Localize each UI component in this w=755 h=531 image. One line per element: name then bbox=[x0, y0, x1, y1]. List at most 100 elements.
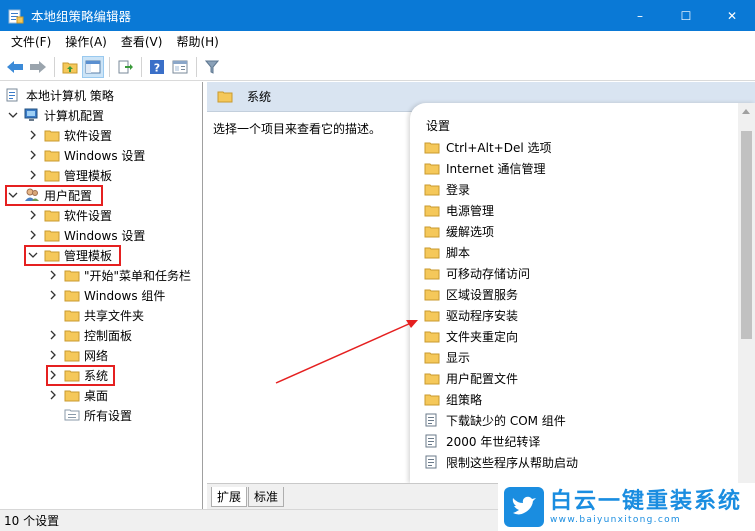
chevron-right-icon[interactable] bbox=[27, 169, 39, 181]
tree-item-admin-templates[interactable]: 管理模板 bbox=[27, 165, 112, 185]
tree-item-software-settings[interactable]: 软件设置 bbox=[27, 125, 112, 145]
brand-watermark: 白云一键重装系统 www.baiyunxitong.com bbox=[498, 483, 755, 531]
list-item-folder[interactable]: 用户配置文件 bbox=[424, 368, 518, 388]
policy-tree: 本地计算机 策略 计算机配置 软件设置 Windows 设置 管理模板 用户配置… bbox=[0, 82, 203, 509]
close-button[interactable]: ✕ bbox=[709, 0, 755, 31]
folder-icon bbox=[424, 182, 440, 196]
folder-icon bbox=[424, 140, 440, 154]
tree-item-root[interactable]: 本地计算机 策略 bbox=[6, 85, 114, 105]
list-item-label: 脚本 bbox=[446, 245, 471, 260]
forward-button[interactable] bbox=[27, 56, 49, 78]
list-item-label: Ctrl+Alt+Del 选项 bbox=[446, 140, 552, 155]
folder-icon bbox=[64, 288, 80, 302]
menu-help[interactable]: 帮助(H) bbox=[169, 31, 225, 54]
tree-item-start-menu[interactable]: "开始"菜单和任务栏 bbox=[47, 265, 191, 285]
list-item-folder[interactable]: 电源管理 bbox=[424, 200, 494, 220]
folder-icon bbox=[424, 161, 440, 175]
chevron-right-icon[interactable] bbox=[27, 229, 39, 241]
list-item-setting[interactable]: 2000 年世纪转译 bbox=[424, 431, 540, 451]
tree-label: 软件设置 bbox=[64, 208, 113, 223]
list-item-folder[interactable]: 组策略 bbox=[424, 389, 482, 409]
help-button[interactable]: ? bbox=[146, 56, 168, 78]
folder-icon bbox=[424, 371, 440, 385]
help-icon: ? bbox=[150, 60, 164, 75]
tree-label: 计算机配置 bbox=[44, 108, 105, 123]
folder-icon bbox=[44, 128, 60, 142]
menu-bar: 文件(F) 操作(A) 查看(V) 帮助(H) bbox=[0, 31, 755, 54]
toolbar-separator bbox=[196, 57, 197, 77]
chevron-right-icon[interactable] bbox=[47, 269, 59, 281]
column-header-setting[interactable]: 设置 bbox=[426, 117, 450, 134]
tree-label: Windows 设置 bbox=[64, 148, 146, 163]
chevron-right-icon[interactable] bbox=[27, 129, 39, 141]
folder-icon bbox=[44, 148, 60, 162]
folder-icon bbox=[424, 329, 440, 343]
list-item-label: 缓解选项 bbox=[446, 224, 495, 239]
tree-item-user-windows-settings[interactable]: Windows 设置 bbox=[27, 225, 145, 245]
chevron-right-icon[interactable] bbox=[47, 389, 59, 401]
description-text: 选择一个项目来查看它的描述。 bbox=[213, 122, 382, 136]
scrollbar-thumb[interactable] bbox=[741, 131, 752, 339]
tree-item-control-panel[interactable]: 控制面板 bbox=[47, 325, 132, 345]
tree-item-windows-components[interactable]: Windows 组件 bbox=[47, 285, 165, 305]
menu-action[interactable]: 操作(A) bbox=[58, 31, 114, 54]
policy-setting-icon bbox=[424, 413, 440, 427]
all-settings-icon bbox=[64, 408, 80, 422]
list-item-folder[interactable]: Internet 通信管理 bbox=[424, 158, 545, 178]
tree-item-computer-config[interactable]: 计算机配置 bbox=[7, 105, 104, 125]
brand-name: 白云一键重装系统 bbox=[550, 489, 743, 514]
chevron-down-icon[interactable] bbox=[7, 109, 19, 121]
vertical-scrollbar[interactable] bbox=[738, 103, 755, 483]
tree-item-user-software-settings[interactable]: 软件设置 bbox=[27, 205, 112, 225]
list-item-folder[interactable]: 区域设置服务 bbox=[424, 284, 518, 304]
folder-icon bbox=[64, 348, 80, 362]
up-folder-button[interactable] bbox=[59, 56, 81, 78]
chevron-right-icon[interactable] bbox=[47, 289, 59, 301]
tree-item-windows-settings[interactable]: Windows 设置 bbox=[27, 145, 145, 165]
tree-label: 共享文件夹 bbox=[84, 308, 145, 323]
export-list-button[interactable] bbox=[114, 56, 136, 78]
list-item-folder[interactable]: 脚本 bbox=[424, 242, 470, 262]
list-item-setting[interactable]: 下载缺少的 COM 组件 bbox=[424, 410, 566, 430]
list-item-folder[interactable]: 登录 bbox=[424, 179, 470, 199]
forward-arrow-icon bbox=[30, 61, 46, 73]
menu-view[interactable]: 查看(V) bbox=[114, 31, 170, 54]
list-item-folder[interactable]: Ctrl+Alt+Del 选项 bbox=[424, 137, 551, 157]
minimize-button[interactable]: – bbox=[617, 0, 663, 31]
tree-label: 网络 bbox=[84, 348, 109, 363]
list-item-folder[interactable]: 缓解选项 bbox=[424, 221, 494, 241]
tab-standard[interactable]: 标准 bbox=[248, 487, 285, 507]
list-item-setting[interactable]: 限制这些程序从帮助启动 bbox=[424, 452, 578, 472]
menu-file[interactable]: 文件(F) bbox=[4, 31, 58, 54]
back-arrow-icon bbox=[7, 61, 23, 73]
list-item-label: 2000 年世纪转译 bbox=[446, 434, 541, 449]
list-item-folder[interactable]: 显示 bbox=[424, 347, 470, 367]
tree-item-desktop[interactable]: 桌面 bbox=[47, 385, 108, 405]
tree-item-shared-folders[interactable]: 共享文件夹 bbox=[64, 305, 144, 325]
policy-editor-icon bbox=[8, 9, 24, 23]
back-button[interactable] bbox=[4, 56, 26, 78]
tree-item-network[interactable]: 网络 bbox=[47, 345, 108, 365]
tree-label: 管理模板 bbox=[64, 168, 113, 183]
tab-extended[interactable]: 扩展 bbox=[211, 487, 248, 507]
chevron-right-icon[interactable] bbox=[27, 149, 39, 161]
list-item-label: 登录 bbox=[446, 182, 471, 197]
chevron-right-icon[interactable] bbox=[47, 349, 59, 361]
policy-setting-icon bbox=[424, 455, 440, 469]
extended-view-button[interactable] bbox=[169, 56, 191, 78]
maximize-button[interactable]: ☐ bbox=[663, 0, 709, 31]
list-item-folder[interactable]: 驱动程序安装 bbox=[424, 305, 518, 325]
list-item-folder[interactable]: 可移动存储访问 bbox=[424, 263, 530, 283]
list-item-folder[interactable]: 文件夹重定向 bbox=[424, 326, 518, 346]
folder-icon bbox=[424, 350, 440, 364]
filter-button[interactable] bbox=[201, 56, 223, 78]
list-item-label: Internet 通信管理 bbox=[446, 161, 546, 176]
tree-item-all-settings[interactable]: 所有设置 bbox=[64, 405, 132, 425]
chevron-right-icon[interactable] bbox=[27, 209, 39, 221]
show-hide-tree-button[interactable] bbox=[82, 56, 104, 78]
list-item-label: 文件夹重定向 bbox=[446, 329, 519, 344]
chevron-right-icon[interactable] bbox=[47, 329, 59, 341]
tree-label: 本地计算机 策略 bbox=[26, 88, 114, 103]
folder-icon bbox=[44, 208, 60, 222]
scroll-up-icon[interactable] bbox=[742, 109, 750, 114]
